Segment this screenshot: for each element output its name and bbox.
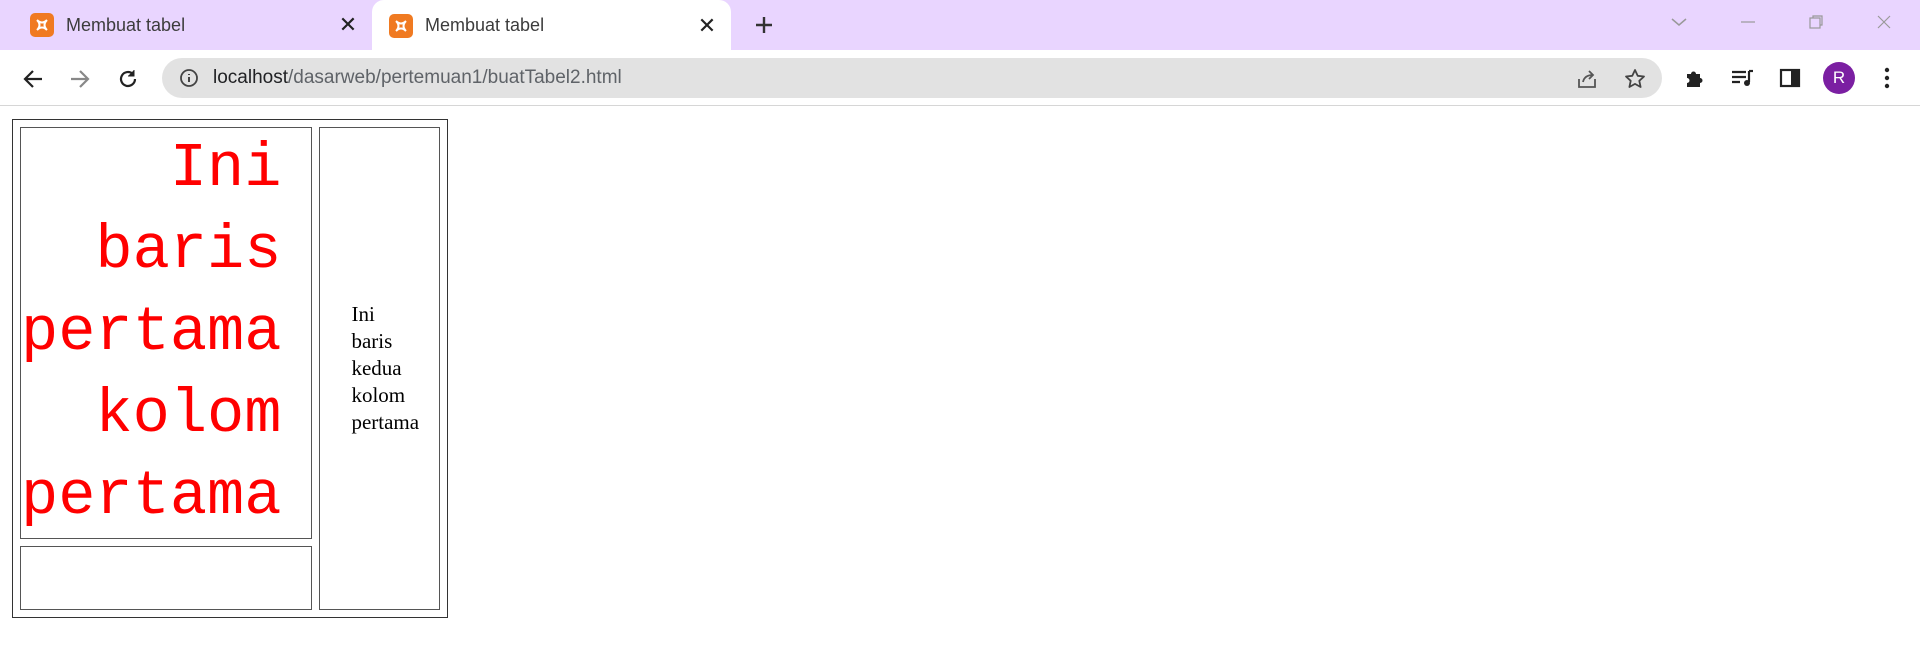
address-bar[interactable]: localhost/dasarweb/pertemuan1/buatTabel2… xyxy=(162,58,1662,98)
browser-toolbar: localhost/dasarweb/pertemuan1/buatTabel2… xyxy=(0,51,1920,106)
media-control-icon[interactable] xyxy=(1726,62,1758,94)
bookmark-star-icon[interactable] xyxy=(1622,66,1648,92)
site-info-icon[interactable] xyxy=(178,67,200,89)
back-arrow-icon xyxy=(23,70,42,88)
profile-button[interactable]: R xyxy=(1823,62,1855,94)
extensions-puzzle-icon[interactable] xyxy=(1679,62,1711,94)
back-button[interactable] xyxy=(15,61,51,97)
close-tab-icon[interactable]: ✕ xyxy=(693,12,721,40)
close-window-icon[interactable] xyxy=(1850,0,1918,44)
xampp-favicon-icon xyxy=(30,13,54,37)
tab-title: Membuat tabel xyxy=(425,15,545,35)
tab-title: Membuat tabel xyxy=(66,14,186,35)
tab-1[interactable]: Membuat tabel ✕ xyxy=(0,0,372,50)
cell-text: Ini baris pertama kolom pertama xyxy=(21,133,282,532)
new-tab-button[interactable] xyxy=(748,8,780,42)
forward-button[interactable] xyxy=(62,61,98,97)
table-cell xyxy=(20,546,313,610)
tab-strip: Membuat tabel ✕ Membuat tabel ✕ xyxy=(0,0,1920,51)
close-tab-icon[interactable]: ✕ xyxy=(334,11,362,39)
xampp-favicon-icon xyxy=(389,13,413,38)
url-path: /dasarweb/pertemuan1/buatTabel2.html xyxy=(288,67,622,88)
reload-icon xyxy=(119,70,137,88)
reload-button[interactable] xyxy=(110,61,146,97)
side-panel-icon[interactable] xyxy=(1774,62,1806,94)
url-host: localhost xyxy=(213,67,288,88)
table-cell: Ini baris pertama kolom pertama xyxy=(20,127,313,539)
url-text[interactable]: localhost/dasarweb/pertemuan1/buatTabel2… xyxy=(213,67,622,89)
tab-search-icon[interactable] xyxy=(1645,0,1713,44)
minimize-icon[interactable] xyxy=(1714,0,1782,44)
restore-icon[interactable] xyxy=(1782,0,1850,44)
share-icon[interactable] xyxy=(1574,66,1600,92)
table-cell: Ini baris kedua kolom pertama xyxy=(319,127,441,610)
avatar: R xyxy=(1823,62,1855,94)
table-row: Ini baris pertama kolom pertama Ini bari… xyxy=(20,127,441,610)
menu-kebab-icon[interactable] xyxy=(1871,62,1903,94)
html-table: Ini baris pertama kolom pertama Ini bari… xyxy=(12,119,449,618)
forward-arrow-icon xyxy=(71,70,90,88)
cell-text: Ini baris kedua kolom pertama xyxy=(351,302,420,434)
tab-2[interactable]: Membuat tabel ✕ xyxy=(372,0,731,51)
